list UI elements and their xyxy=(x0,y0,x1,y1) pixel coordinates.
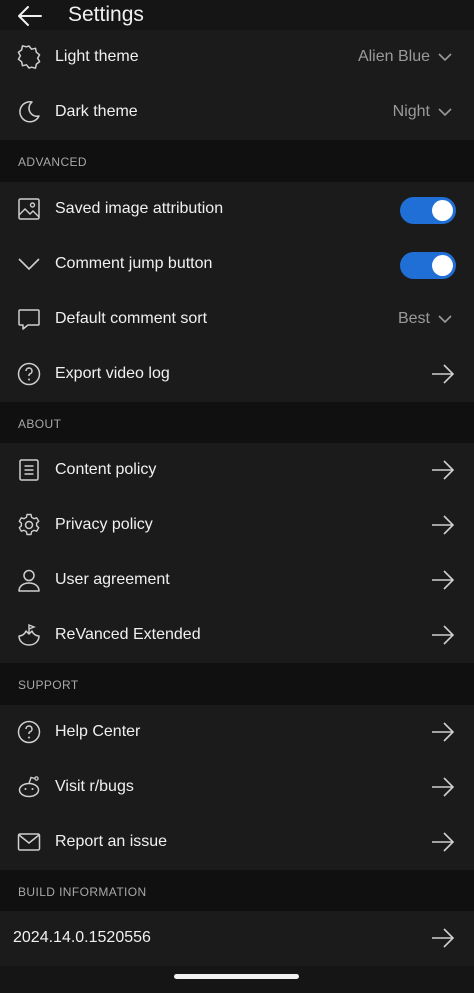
user-agreement-label: User agreement xyxy=(55,571,170,588)
dark-theme-label: Dark theme xyxy=(55,103,138,120)
saved-image-attribution-row[interactable]: Saved image attribution xyxy=(0,182,474,237)
light-theme-value: Alien Blue xyxy=(357,48,430,65)
revanced-icon xyxy=(16,622,42,648)
comment-jump-button-row[interactable]: Comment jump button xyxy=(0,237,474,292)
moon-icon xyxy=(16,99,42,125)
section-title: BUILD INFORMATION xyxy=(18,885,147,899)
arrow-right-icon xyxy=(430,458,456,482)
help-circle-icon xyxy=(16,719,42,745)
default-comment-sort-value: Best xyxy=(397,310,430,327)
user-agreement-row[interactable]: User agreement xyxy=(0,553,474,608)
report-issue-label: Report an issue xyxy=(55,833,168,850)
export-video-log-row[interactable]: Export video log xyxy=(0,347,474,402)
section-support: SUPPORT xyxy=(0,663,474,705)
section-title: SUPPORT xyxy=(18,678,79,692)
comment-jump-button-label: Comment jump button xyxy=(55,255,213,272)
dark-theme-value: Night xyxy=(392,103,430,120)
build-version: 2024.14.0.1520556 xyxy=(13,929,151,946)
chevron-down-icon xyxy=(438,106,452,118)
chevron-down-icon xyxy=(438,313,452,325)
sun-gear-icon xyxy=(16,44,42,70)
arrow-right-icon xyxy=(430,568,456,592)
section-title: ABOUT xyxy=(18,417,62,431)
mail-icon xyxy=(16,829,42,855)
content-policy-label: Content policy xyxy=(55,461,157,478)
help-center-row[interactable]: Help Center xyxy=(0,705,474,760)
light-theme-label: Light theme xyxy=(55,48,139,65)
section-build-information: BUILD INFORMATION xyxy=(0,870,474,912)
comment-icon xyxy=(16,306,42,332)
light-theme-row[interactable]: Light theme Alien Blue xyxy=(0,30,474,85)
export-video-log-label: Export video log xyxy=(55,365,170,382)
home-indicator[interactable] xyxy=(174,974,299,979)
visit-bugs-label: Visit r/bugs xyxy=(55,778,134,795)
section-title: ADVANCED xyxy=(18,155,87,169)
saved-image-attribution-label: Saved image attribution xyxy=(55,200,224,217)
chevron-down-icon xyxy=(16,251,42,277)
arrow-right-icon xyxy=(430,830,456,854)
section-advanced: ADVANCED xyxy=(0,140,474,182)
image-icon xyxy=(16,196,42,222)
build-version-row[interactable]: 2024.14.0.1520556 xyxy=(0,911,474,966)
visit-bugs-row[interactable]: Visit r/bugs xyxy=(0,760,474,815)
back-arrow-icon[interactable] xyxy=(16,2,44,30)
arrow-right-icon xyxy=(430,513,456,537)
user-icon xyxy=(16,567,42,593)
section-about: ABOUT xyxy=(0,402,474,444)
arrow-right-icon xyxy=(430,362,456,386)
reddit-icon xyxy=(16,774,42,800)
gear-icon xyxy=(16,512,42,538)
chevron-down-icon xyxy=(438,51,452,63)
report-issue-row[interactable]: Report an issue xyxy=(0,815,474,870)
toggle-knob xyxy=(432,255,453,276)
default-comment-sort-label: Default comment sort xyxy=(55,310,208,327)
arrow-right-icon xyxy=(430,623,456,647)
content-policy-row[interactable]: Content policy xyxy=(0,443,474,498)
toggle-knob xyxy=(432,200,453,221)
privacy-policy-row[interactable]: Privacy policy xyxy=(0,498,474,553)
revanced-extended-row[interactable]: ReVanced Extended xyxy=(0,608,474,663)
saved-image-attribution-toggle[interactable] xyxy=(400,197,456,224)
top-bar: Settings xyxy=(0,0,474,34)
help-center-label: Help Center xyxy=(55,723,141,740)
revanced-extended-label: ReVanced Extended xyxy=(55,626,201,643)
document-icon xyxy=(16,457,42,483)
default-comment-sort-row[interactable]: Default comment sort Best xyxy=(0,292,474,347)
arrow-right-icon xyxy=(430,720,456,744)
arrow-right-icon xyxy=(430,926,456,950)
arrow-right-icon xyxy=(430,775,456,799)
privacy-policy-label: Privacy policy xyxy=(55,516,153,533)
dark-theme-row[interactable]: Dark theme Night xyxy=(0,85,474,140)
page-title: Settings xyxy=(68,3,144,26)
help-circle-icon xyxy=(16,361,42,387)
comment-jump-button-toggle[interactable] xyxy=(400,252,456,279)
